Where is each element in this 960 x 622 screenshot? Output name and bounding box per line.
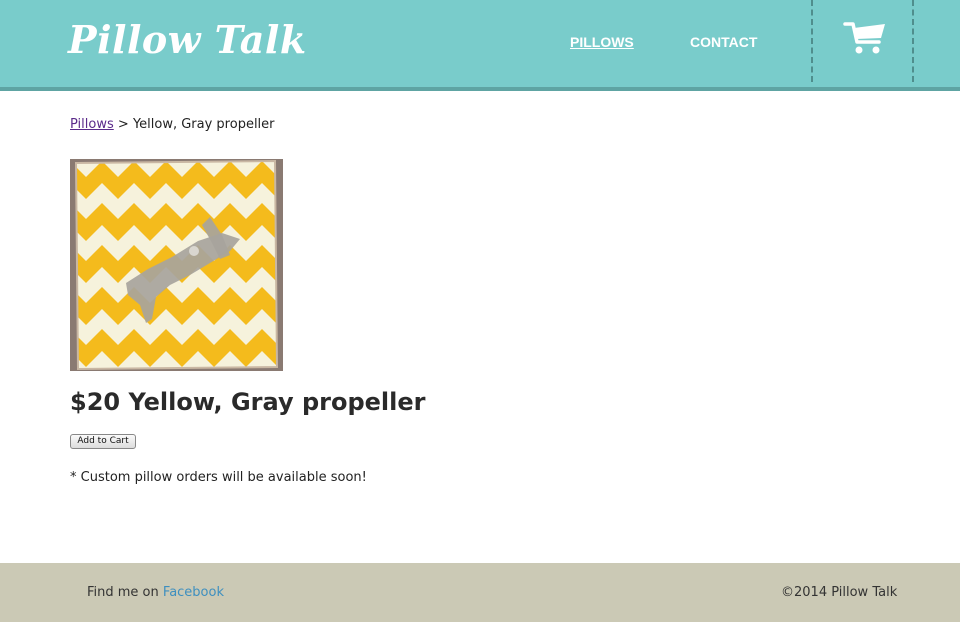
nav-contact-link[interactable]: CONTACT [690,34,757,50]
product-image [70,159,283,371]
custom-order-note: * Custom pillow orders will be available… [70,470,367,485]
site-footer: Find me on Facebook ©2014 Pillow Talk [0,563,960,622]
product-price: $20 [70,388,121,416]
breadcrumb-separator: > [117,117,129,132]
nav-pillows-link[interactable]: PILLOWS [570,34,634,50]
cart-area [811,0,914,82]
header-divider [0,87,960,91]
footer-find-text: Find me on [87,585,159,600]
site-header: Pillow Talk PILLOWS CONTACT [0,0,960,87]
site-logo[interactable]: Pillow Talk [68,17,307,62]
facebook-link[interactable]: Facebook [163,585,224,600]
footer-social: Find me on Facebook [87,585,224,600]
product-title: $20 Yellow, Gray propeller [70,388,426,416]
breadcrumb-pillows-link[interactable]: Pillows [70,117,114,132]
add-to-cart-button[interactable]: Add to Cart [70,434,136,449]
shopping-cart-icon[interactable] [843,20,887,56]
breadcrumb-current: Yellow, Gray propeller [132,117,275,132]
product-name: Yellow, Gray propeller [128,388,426,416]
breadcrumb: Pillows > Yellow, Gray propeller [70,117,275,132]
footer-copyright: ©2014 Pillow Talk [781,585,898,600]
pillow-photo [70,159,283,371]
